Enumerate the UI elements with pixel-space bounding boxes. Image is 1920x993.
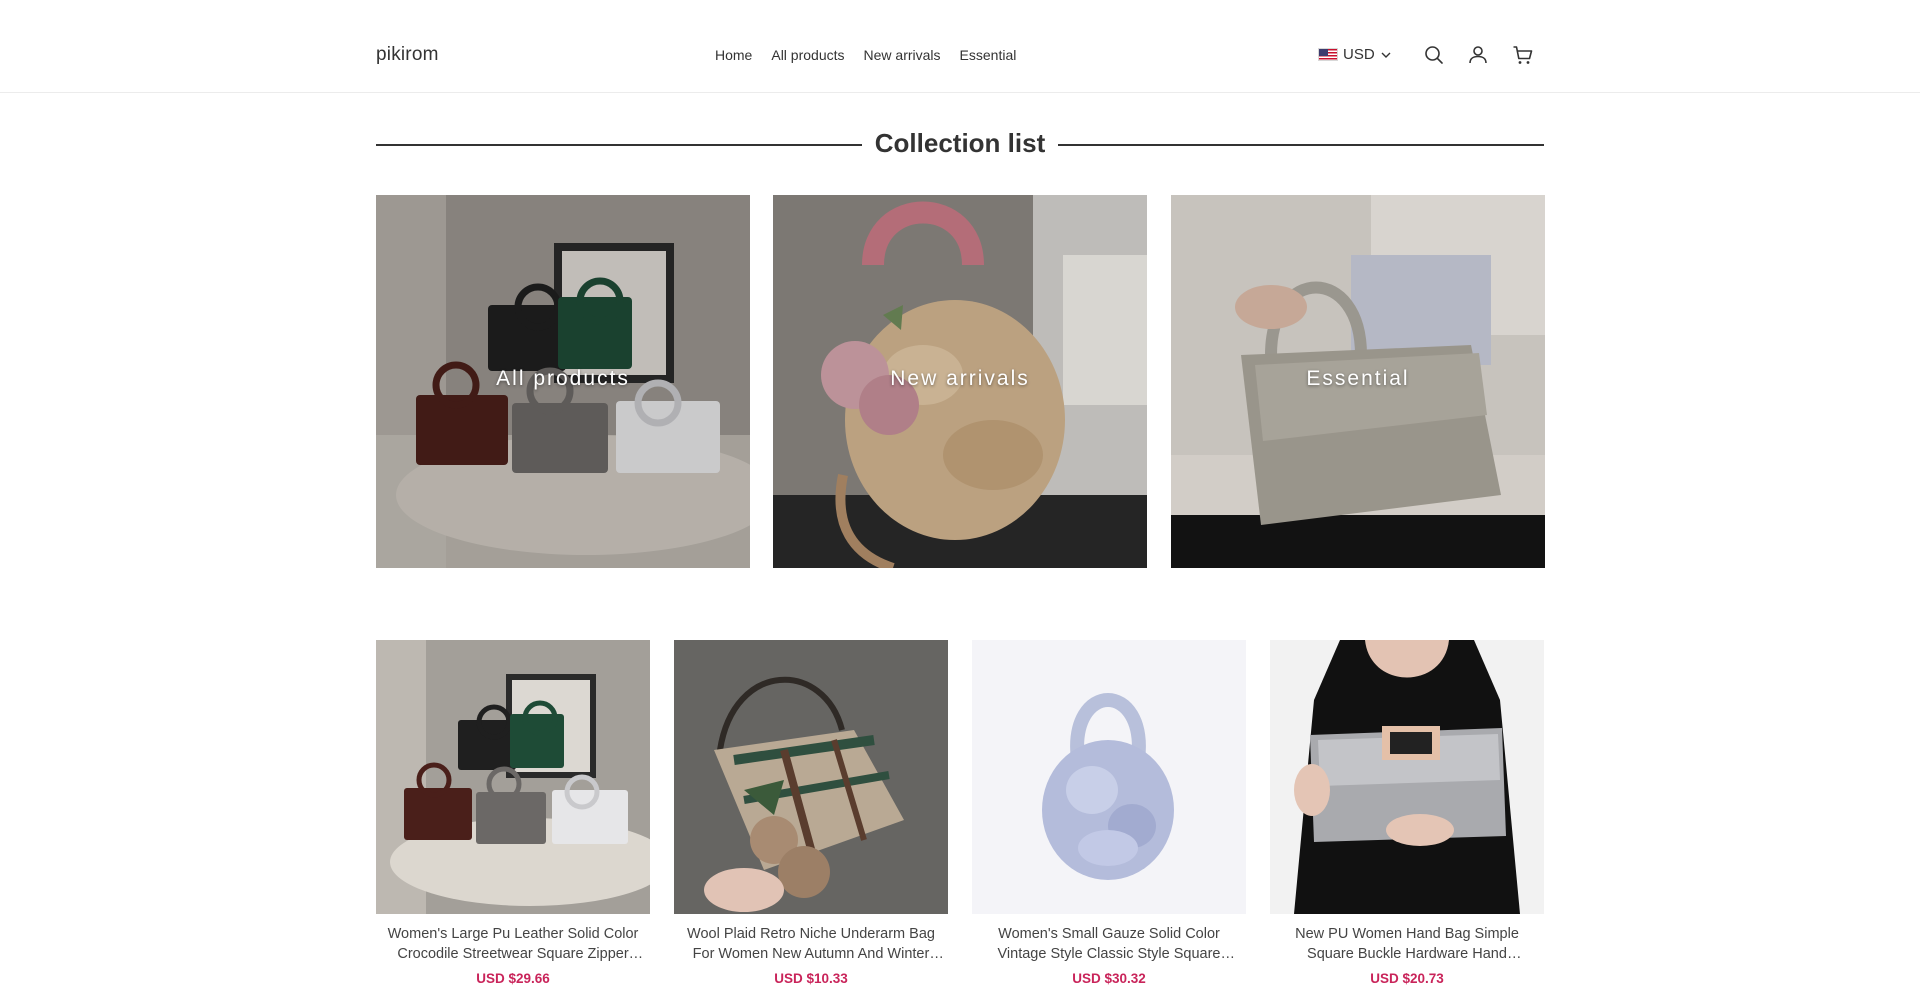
- collection-tile-all-products[interactable]: All products: [376, 195, 750, 568]
- search-icon[interactable]: [1422, 43, 1446, 67]
- product-price: USD $20.73: [1370, 971, 1444, 986]
- site-header: pikirom Home All products New arrivals E…: [0, 0, 1920, 93]
- store-logo[interactable]: pikirom: [376, 44, 439, 66]
- collection-tile-label: Essential: [1306, 367, 1410, 390]
- us-flag-icon: [1318, 48, 1338, 61]
- product-price: USD $30.32: [1072, 971, 1146, 986]
- product-image[interactable]: [1270, 640, 1544, 914]
- product-title[interactable]: New PU Women Hand Bag Simple Square Buck…: [1270, 924, 1544, 964]
- cart-icon[interactable]: [1511, 43, 1535, 67]
- nav-item-essential[interactable]: Essential: [960, 47, 1017, 63]
- product-image[interactable]: [376, 640, 650, 914]
- heading-rule-right: [1058, 144, 1544, 146]
- product-card[interactable]: Women's Large Pu Leather Solid Color Cro…: [376, 640, 650, 986]
- collection-tile-label: New arrivals: [890, 367, 1030, 390]
- product-card[interactable]: New PU Women Hand Bag Simple Square Buck…: [1270, 640, 1544, 986]
- heading-rule-left: [376, 144, 862, 146]
- nav-item-home[interactable]: Home: [715, 47, 752, 63]
- product-image[interactable]: [674, 640, 948, 914]
- currency-label: USD: [1343, 46, 1375, 63]
- product-image[interactable]: [972, 640, 1246, 914]
- product-card[interactable]: Wool Plaid Retro Niche Underarm Bag For …: [674, 640, 948, 986]
- user-icon[interactable]: [1466, 43, 1490, 67]
- product-price: USD $29.66: [476, 971, 550, 986]
- product-title[interactable]: Women's Large Pu Leather Solid Color Cro…: [376, 924, 650, 964]
- nav-item-new-arrivals[interactable]: New arrivals: [864, 47, 941, 63]
- product-title[interactable]: Wool Plaid Retro Niche Underarm Bag For …: [674, 924, 948, 964]
- main-nav: Home All products New arrivals Essential: [715, 47, 1016, 63]
- collection-heading: Collection list: [376, 124, 1544, 164]
- collection-tile-essential[interactable]: Essential: [1171, 195, 1545, 568]
- section-title: Collection list: [874, 128, 1046, 158]
- chevron-down-icon: [1381, 52, 1391, 58]
- product-price: USD $10.33: [774, 971, 848, 986]
- product-card[interactable]: Women's Small Gauze Solid Color Vintage …: [972, 640, 1246, 986]
- currency-selector[interactable]: USD: [1318, 46, 1392, 63]
- collection-tile-new-arrivals[interactable]: New arrivals: [773, 195, 1147, 568]
- collection-tile-label: All products: [496, 367, 630, 390]
- nav-item-all-products[interactable]: All products: [771, 47, 844, 63]
- product-title[interactable]: Women's Small Gauze Solid Color Vintage …: [972, 924, 1246, 964]
